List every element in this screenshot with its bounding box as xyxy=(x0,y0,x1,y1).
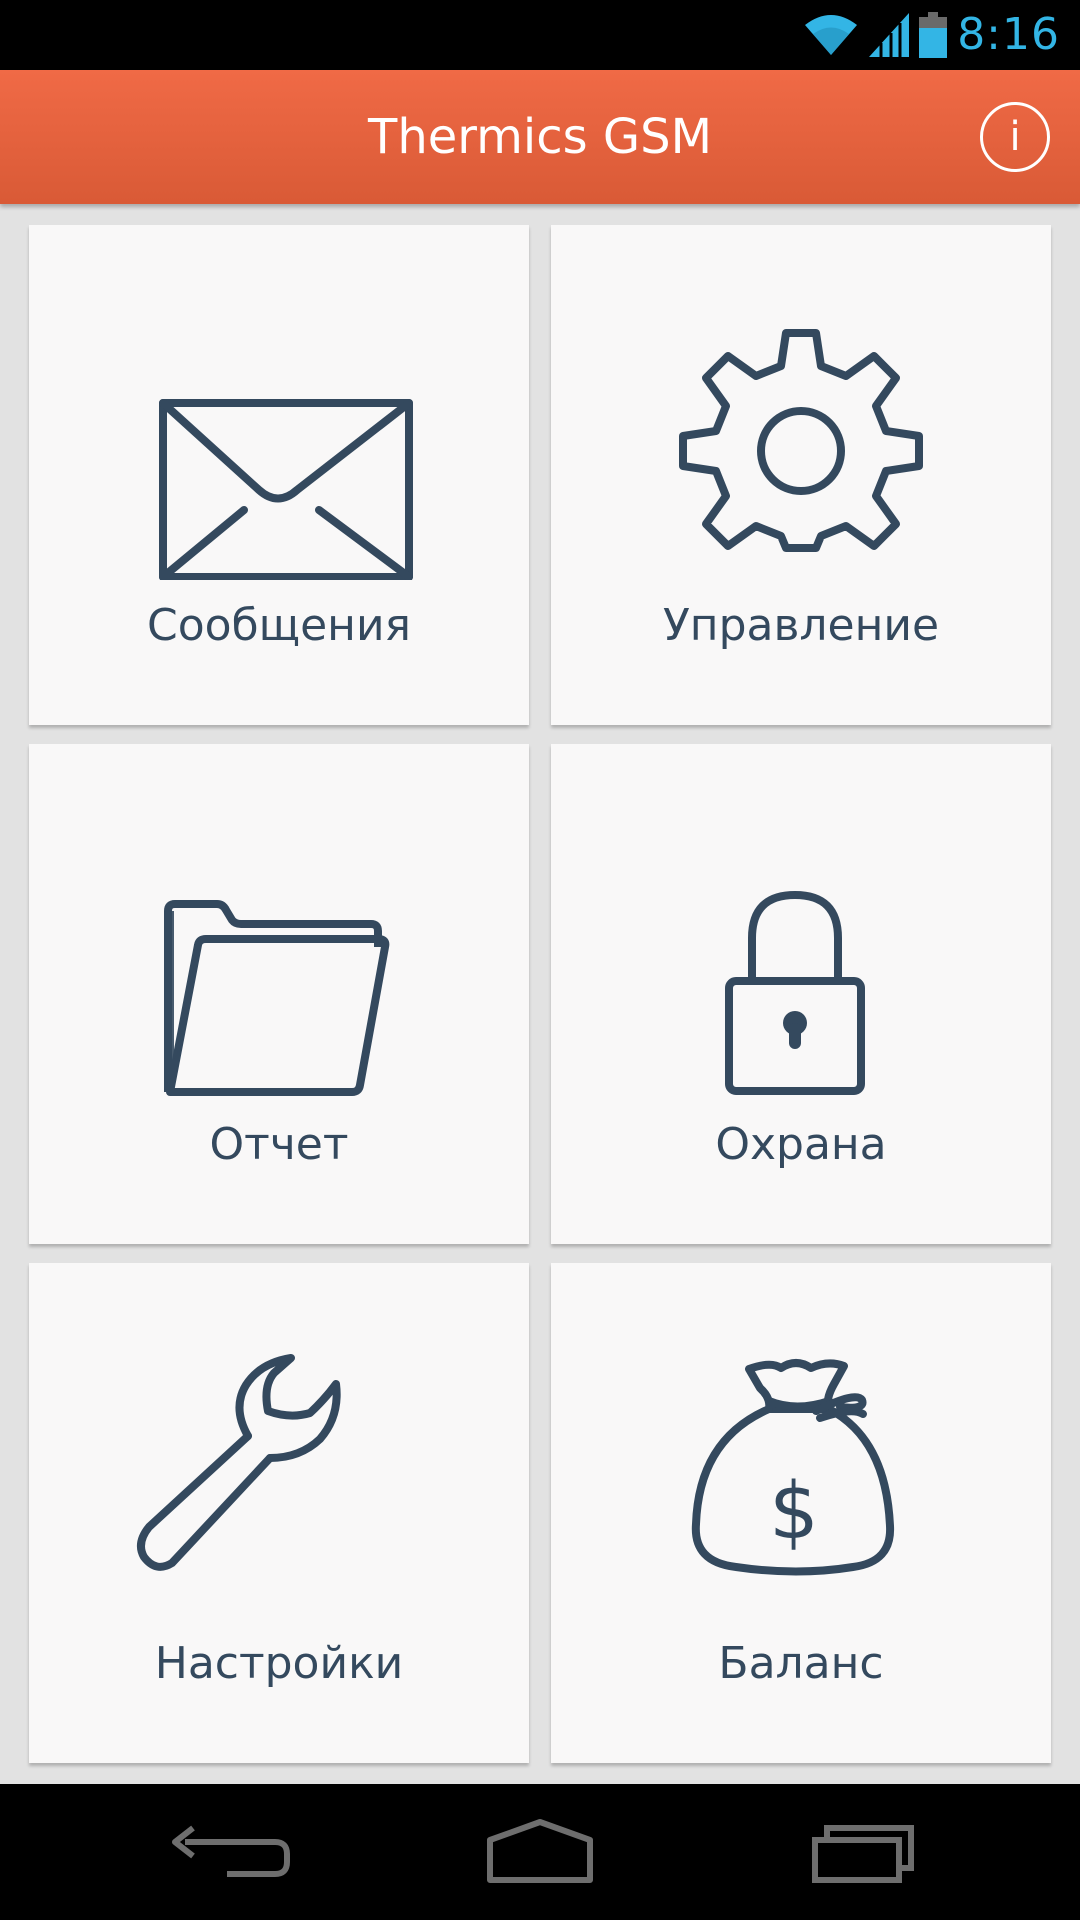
tile-label: Отчет xyxy=(209,1119,349,1170)
svg-text:$: $ xyxy=(769,1467,819,1557)
app-title: Thermics GSM xyxy=(368,109,712,165)
tile-report[interactable]: Отчет xyxy=(29,744,529,1244)
lock-icon xyxy=(725,891,865,1095)
signal-icon xyxy=(869,13,910,57)
wrench-icon xyxy=(136,1354,341,1571)
tile-label: Сообщения xyxy=(146,600,412,651)
wifi-icon xyxy=(805,15,858,55)
home-icon[interactable] xyxy=(470,1812,610,1892)
tile-control[interactable]: Управление xyxy=(551,225,1051,725)
folder-icon xyxy=(164,900,390,1096)
tile-label: Управление xyxy=(662,600,940,651)
tile-label: Баланс xyxy=(718,1638,884,1689)
app-bar: Thermics GSM i xyxy=(0,70,1080,204)
back-icon[interactable] xyxy=(155,1812,295,1892)
tile-label: Охрана xyxy=(715,1119,887,1170)
envelope-icon xyxy=(159,399,413,580)
status-clock: 8:16 xyxy=(957,9,1060,60)
money-bag-icon: $ xyxy=(691,1359,895,1576)
tile-settings[interactable]: Настройки xyxy=(29,1263,529,1763)
status-bar: 8:16 xyxy=(0,0,1080,70)
tile-security[interactable]: Охрана xyxy=(551,744,1051,1244)
info-button[interactable]: i xyxy=(980,102,1050,172)
tile-label: Настройки xyxy=(154,1638,404,1689)
status-icons: 8:16 xyxy=(803,8,1060,62)
info-icon: i xyxy=(1009,114,1021,160)
recents-icon[interactable] xyxy=(785,1812,925,1892)
tile-balance[interactable]: $ Баланс xyxy=(551,1263,1051,1763)
tile-messages[interactable]: Сообщения xyxy=(29,225,529,725)
navigation-bar xyxy=(0,1784,1080,1920)
gear-icon xyxy=(679,329,923,552)
battery-icon xyxy=(919,12,948,58)
